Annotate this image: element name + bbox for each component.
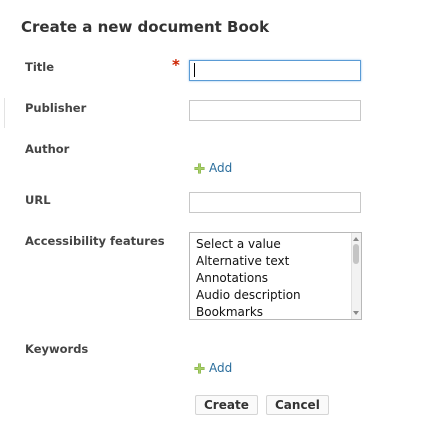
scroll-thumb[interactable]: [353, 244, 359, 264]
publisher-label: Publisher: [25, 101, 87, 115]
keywords-label: Keywords: [25, 342, 89, 356]
title-input[interactable]: [189, 60, 361, 81]
form-title: Create a new document Book: [21, 18, 270, 36]
plus-icon: [194, 163, 205, 174]
option-select-a-value[interactable]: Select a value: [196, 236, 301, 253]
author-add-label: Add: [209, 161, 233, 175]
url-label: URL: [25, 193, 51, 207]
author-add-link[interactable]: Add: [194, 161, 232, 175]
text-cursor: [194, 63, 195, 77]
accessibility-options-list: Select a value Alternative text Annotati…: [196, 236, 301, 319]
option-alternative-text[interactable]: Alternative text: [196, 253, 301, 270]
page-edge-divider: [0, 98, 5, 128]
option-annotations[interactable]: Annotations: [196, 270, 301, 287]
title-label: Title: [25, 60, 55, 74]
option-bookmarks[interactable]: Bookmarks: [196, 304, 301, 319]
keywords-add-link[interactable]: Add: [194, 361, 232, 375]
scroll-up-arrow-icon[interactable]: [353, 237, 359, 241]
listbox-scrollbar[interactable]: [351, 233, 361, 319]
create-button[interactable]: Create: [195, 395, 258, 415]
required-marker: *: [172, 56, 180, 74]
keywords-add-label: Add: [209, 361, 233, 375]
plus-icon: [194, 363, 205, 374]
scroll-down-arrow-icon[interactable]: [353, 311, 359, 315]
accessibility-features-select[interactable]: Select a value Alternative text Annotati…: [189, 232, 362, 320]
cancel-button[interactable]: Cancel: [266, 395, 329, 415]
url-input[interactable]: [189, 192, 361, 213]
publisher-input[interactable]: [189, 100, 361, 121]
author-label: Author: [25, 142, 70, 156]
accessibility-features-label: Accessibility features: [25, 234, 165, 248]
option-audio-description[interactable]: Audio description: [196, 287, 301, 304]
